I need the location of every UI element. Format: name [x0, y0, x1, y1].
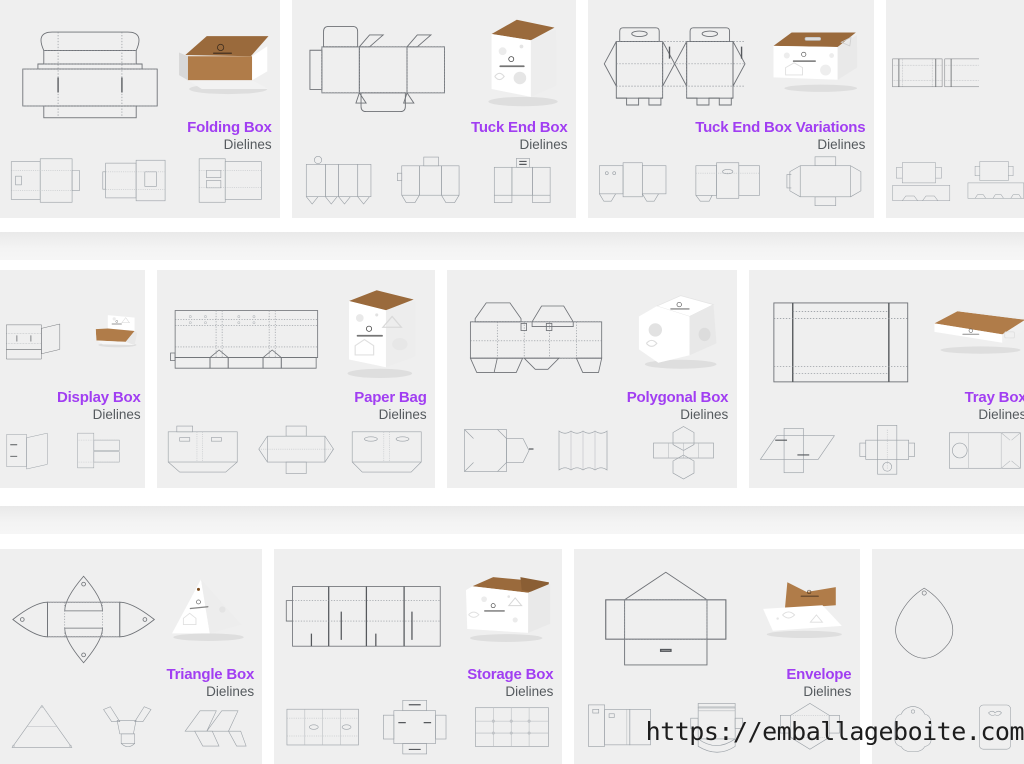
site-watermark: https://emballageboite.com: [645, 717, 1024, 746]
row-divider-1: [0, 232, 1024, 260]
dieline-thumbnail[interactable]: [484, 150, 572, 211]
dieline-thumbnail[interactable]: [97, 150, 184, 211]
product-render-handle-box: [765, 4, 868, 117]
dieline-gallery-page: Folding Box Dielines Tuck End Box Dielines T…: [0, 0, 1024, 764]
product-render-tall-carton: [468, 4, 570, 117]
dieline-drawing: [889, 7, 979, 138]
dieline-thumbnail[interactable]: [345, 420, 431, 481]
dieline-thumbnail-strip: [4, 150, 276, 211]
dieline-thumbnail[interactable]: [253, 420, 339, 481]
dieline-drawing: [6, 7, 174, 138]
dieline-drawing: [875, 555, 973, 684]
card-labels: Triangle Box Dielines: [166, 665, 255, 700]
card-title: Polygonal Box: [626, 388, 729, 406]
dieline-thumbnail-strip: [592, 150, 869, 211]
product-render-hex-box: [627, 274, 731, 387]
dieline-card[interactable]: [886, 0, 1024, 218]
dieline-thumbnail[interactable]: [177, 697, 258, 757]
dieline-thumbnail[interactable]: [753, 420, 842, 481]
card-labels: Paper Bag Dielines: [354, 388, 427, 423]
product-render-display-tray: [90, 274, 143, 387]
dieline-drawing: [453, 277, 627, 408]
card-row-1: Folding Box Dielines Tuck End Box Dielines T…: [0, 0, 1024, 218]
dieline-thumbnail[interactable]: [643, 420, 733, 481]
dieline-thumbnail[interactable]: [888, 150, 959, 211]
row-divider-2: [0, 506, 1024, 534]
dieline-thumbnail[interactable]: [848, 420, 937, 481]
dieline-thumbnail[interactable]: [73, 420, 142, 481]
card-title: Tuck End Box Variations: [695, 118, 866, 136]
product-render-envelope: [751, 553, 854, 665]
card-title: Folding Box: [187, 118, 272, 136]
product-render-cube-open: [453, 553, 557, 665]
dieline-thumbnail[interactable]: [4, 150, 91, 211]
dieline-card[interactable]: Storage Box Dielines: [274, 549, 562, 764]
dieline-thumbnail[interactable]: [687, 150, 776, 211]
dieline-drawing: [2, 277, 90, 408]
card-title: Storage Box: [467, 665, 554, 683]
product-render-paper-bag: [329, 274, 429, 387]
card-row-2: Display Box Dielines Paper Bag Dielines Poly…: [0, 270, 1024, 488]
product-render-mailer-box: [174, 4, 275, 117]
dieline-card[interactable]: Tuck End Box Variations Dielines: [588, 0, 874, 218]
card-labels: Polygonal Box Dielines: [626, 388, 729, 423]
dieline-card[interactable]: Display Box Dielines: [0, 270, 145, 488]
card-labels: Envelope Dielines: [786, 665, 852, 700]
dieline-drawing: [280, 555, 453, 684]
dieline-drawing: [298, 7, 468, 138]
dieline-thumbnail[interactable]: [161, 420, 247, 481]
dieline-thumbnail[interactable]: [1, 420, 70, 481]
dieline-drawing: [5, 555, 162, 684]
dieline-card[interactable]: Folding Box Dielines: [0, 0, 280, 218]
card-labels: Tray Box Dielines: [964, 388, 1024, 423]
dieline-thumbnail[interactable]: [90, 697, 171, 757]
dieline-drawing: [594, 7, 766, 138]
dieline-card[interactable]: Triangle Box Dielines: [0, 549, 262, 764]
product-render-tray: [926, 274, 1024, 387]
dieline-thumbnail[interactable]: [390, 150, 478, 211]
dieline-thumbnail-strip: [451, 420, 732, 481]
dieline-thumbnail[interactable]: [296, 150, 384, 211]
dieline-thumbnail[interactable]: [781, 150, 870, 211]
dieline-thumbnail-strip: [161, 420, 431, 481]
card-labels: Display Box Dielines: [56, 388, 141, 423]
dieline-drawing: [755, 277, 927, 408]
dieline-card[interactable]: Paper Bag Dielines: [157, 270, 435, 488]
dieline-thumbnail[interactable]: [373, 697, 462, 757]
dieline-card[interactable]: Tray Box Dielines: [749, 270, 1024, 488]
card-title: Tray Box: [964, 388, 1024, 406]
dieline-thumbnail-strip: [296, 150, 572, 211]
dieline-drawing: [580, 555, 752, 684]
dieline-thumbnail-strip: [753, 420, 1024, 481]
dieline-thumbnail[interactable]: [189, 150, 276, 211]
dieline-thumbnail-strip: [888, 150, 1024, 211]
card-labels: Tuck End Box Dielines: [470, 118, 568, 153]
dieline-thumbnail[interactable]: [4, 697, 85, 757]
dieline-thumbnail[interactable]: [468, 697, 557, 757]
dieline-card[interactable]: Tuck End Box Dielines: [292, 0, 576, 218]
dieline-thumbnail[interactable]: [592, 150, 681, 211]
dieline-thumbnail[interactable]: [962, 150, 1024, 211]
dieline-thumbnail[interactable]: [278, 697, 367, 757]
card-title: Triangle Box: [166, 665, 255, 683]
card-title: Envelope: [786, 665, 852, 683]
dieline-thumbnail-strip: [4, 697, 258, 757]
dieline-thumbnail-strip: [1, 420, 143, 481]
dieline-thumbnail[interactable]: [451, 420, 541, 481]
card-title: Tuck End Box: [470, 118, 568, 136]
dieline-drawing: [163, 277, 330, 408]
card-labels: Storage Box Dielines: [467, 665, 554, 700]
dieline-thumbnail-strip: [278, 697, 557, 757]
product-render-pyramid: [162, 553, 256, 665]
card-labels: Folding Box Dielines: [187, 118, 272, 153]
dieline-thumbnail[interactable]: [942, 420, 1024, 481]
dieline-thumbnail[interactable]: [547, 420, 637, 481]
card-title: Paper Bag: [354, 388, 427, 406]
card-labels: Tuck End Box Variations Dielines: [695, 118, 866, 153]
dieline-card[interactable]: Polygonal Box Dielines: [447, 270, 737, 488]
card-title: Display Box: [56, 388, 141, 406]
